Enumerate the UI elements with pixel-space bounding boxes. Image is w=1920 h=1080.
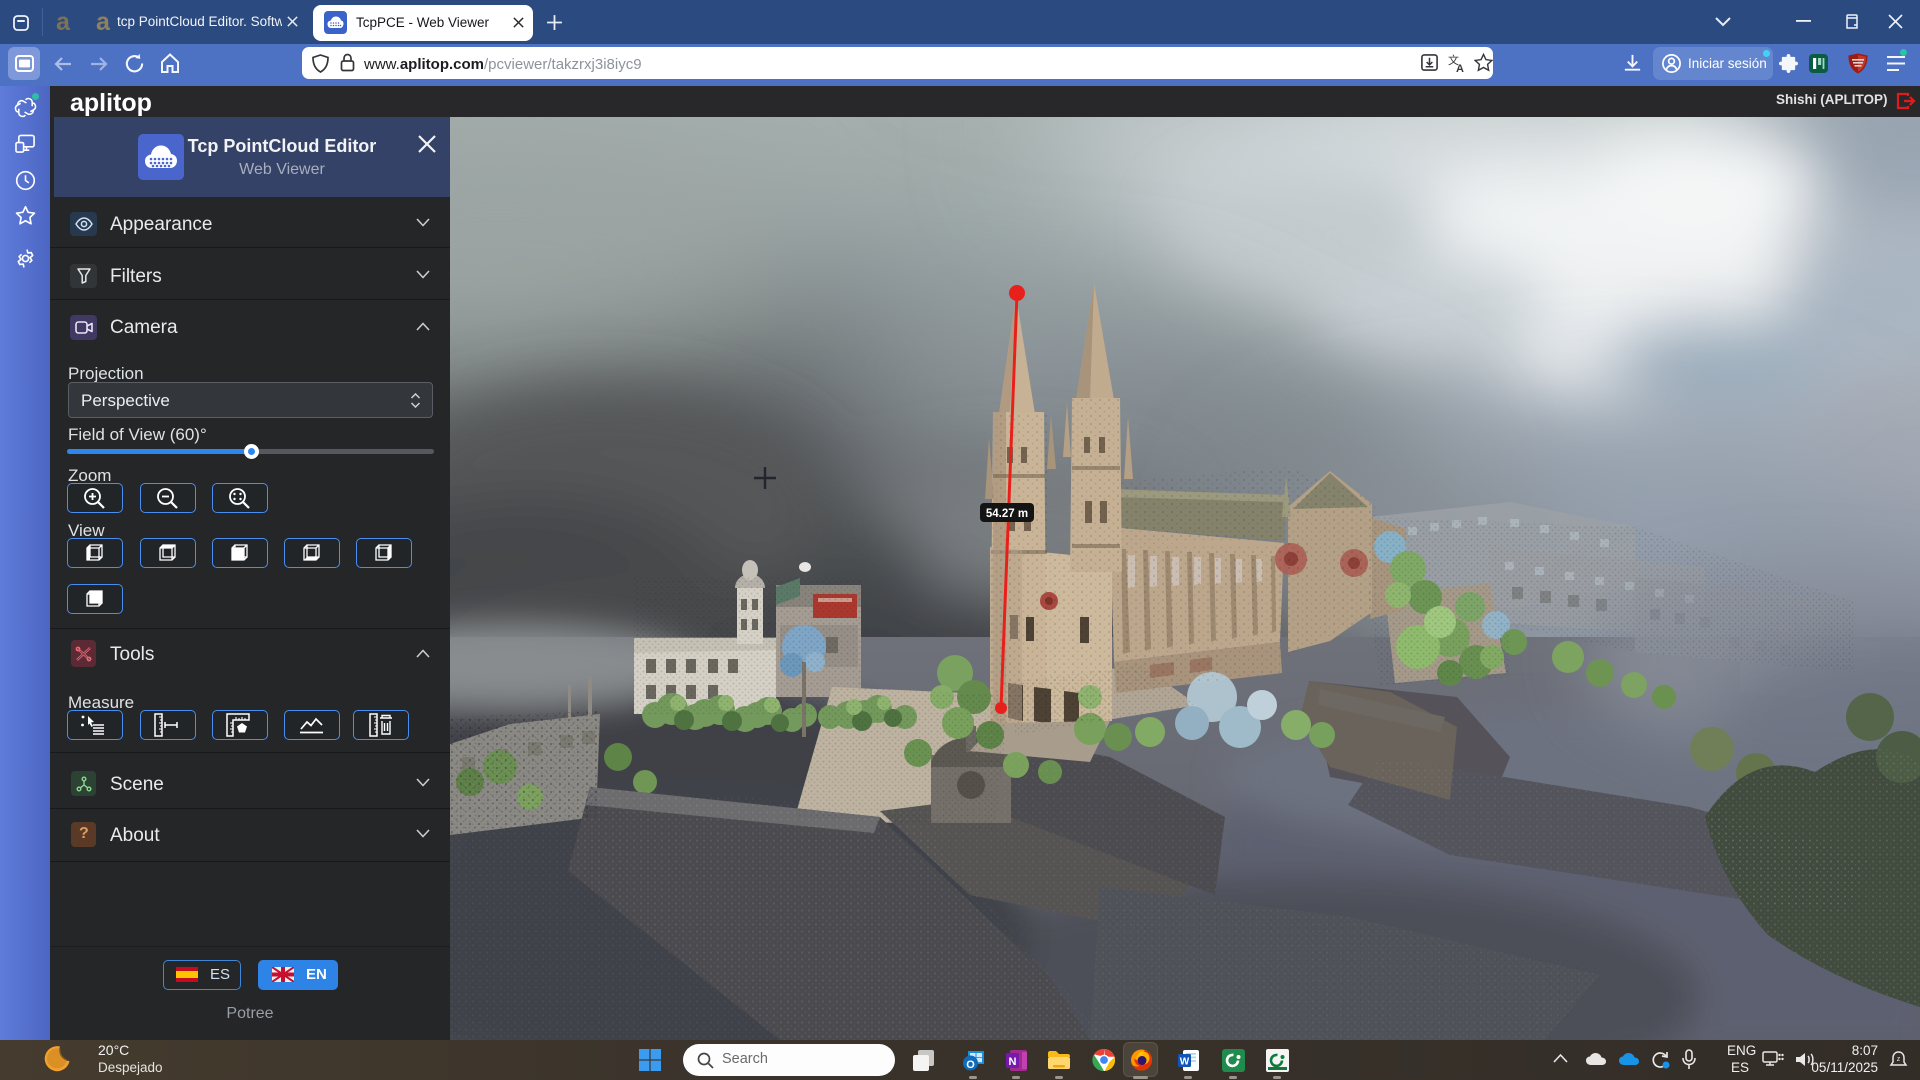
svg-text:A: A [1456, 63, 1464, 73]
svg-text:W: W [1180, 1057, 1190, 1068]
svg-text:O: O [966, 1059, 975, 1071]
svg-text:z: z [1897, 1056, 1901, 1063]
svg-text:N: N [1009, 1056, 1017, 1068]
svg-text:54.27 m: 54.27 m [986, 508, 1028, 520]
